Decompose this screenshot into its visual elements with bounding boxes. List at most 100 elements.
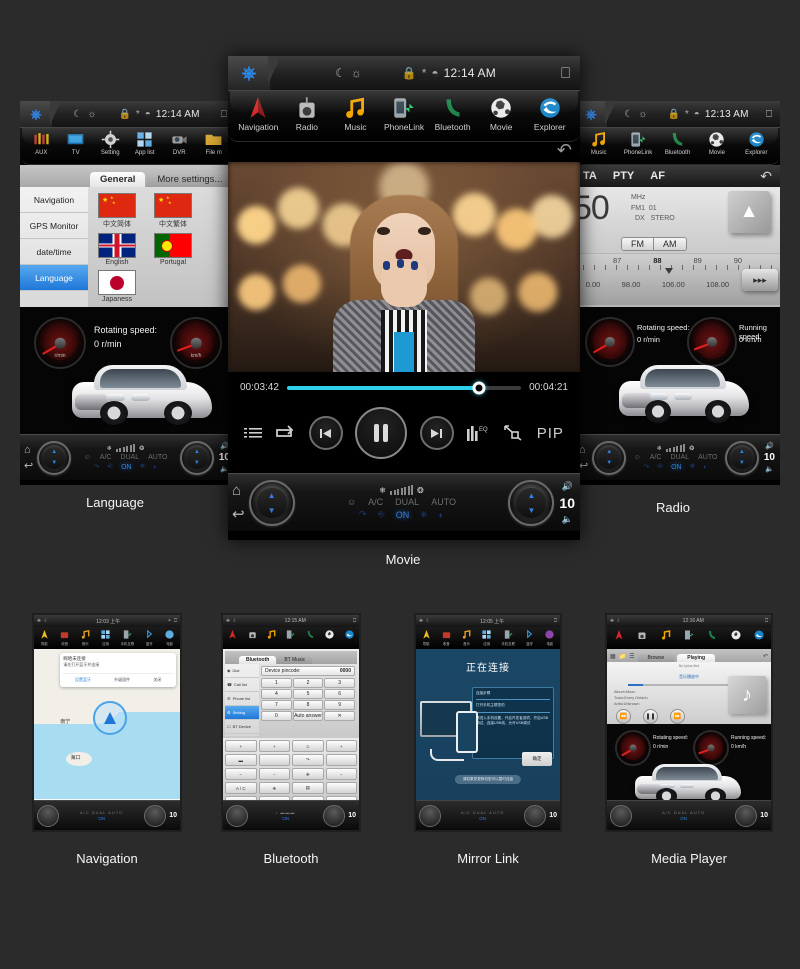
dock-item-movie[interactable]: Movie [697,130,736,156]
auto-button[interactable]: AUTO [431,497,456,507]
dock-item-music[interactable]: 音乐 [461,629,472,646]
dock-item-setting[interactable]: Setting [93,130,128,156]
dock-item-phonelink[interactable]: PhoneLink [618,130,657,156]
repeat-icon[interactable] [274,424,296,442]
temp-knob-right[interactable] [144,804,167,827]
dual-button[interactable]: DUAL [670,454,689,461]
tab-bluetooth[interactable]: Bluetooth [239,656,277,664]
recirculate-icon[interactable]: ⎈ [140,463,146,471]
dock-item-movie[interactable] [324,629,335,640]
tab-general[interactable]: General [90,172,146,187]
dock-item-phonelink[interactable]: PhoneLink [380,95,429,132]
dual-button[interactable]: DUAL [120,454,139,461]
dual-button[interactable]: DUAL [395,497,419,507]
dock-item-radio[interactable] [247,629,258,640]
dock-item-phonelink[interactable]: 手机互联 [501,629,515,646]
tab-more-settings[interactable]: More settings... [147,172,233,187]
seek-bar[interactable] [286,381,522,394]
ac-button[interactable]: A/C [368,497,383,507]
map-surface[interactable]: 南宁 海口 啊哈未连接 请先打开蓝牙并连接 设置蓝牙 升级固件 关闭 [34,649,180,799]
key-8[interactable]: 8 [292,700,324,710]
pip-button[interactable]: PIP [537,425,564,442]
minus-button-1[interactable]: − [225,768,257,780]
home-icon[interactable]: ⌂ [232,482,245,499]
band-toggle[interactable]: FM AM [621,237,687,251]
airflow-button[interactable]: ↷ [292,754,324,766]
language-option-portugal[interactable]: Portugal [148,233,198,266]
window-icon[interactable]: ⎕ [221,109,227,120]
dock-item-phonelink[interactable] [285,629,296,640]
power-on-button[interactable]: ON [479,816,486,821]
sidebar-item-date-time[interactable]: date/time [20,239,88,265]
power-on-button[interactable]: ON [671,464,682,471]
thumbnail-mirror-link[interactable]: ⎈ ☾ 12:05 上午 ⎕ 导航 收音 音乐 应用 手机互联 蓝牙 电影 正在… [414,613,562,832]
temp-knob-right[interactable] [735,804,758,827]
equalizer-icon[interactable]: ☰ [629,653,634,662]
sidebar-item-setting[interactable]: ⚙ Setting [225,706,259,720]
airflow-icon[interactable]: ↷ [359,509,367,520]
slider-control[interactable]: ▬ [225,754,257,766]
dock-item-app-list[interactable]: App list [128,130,163,156]
minus-button-3[interactable]: − [325,768,357,780]
dock-item-bluetooth[interactable]: Bluetooth [428,95,477,132]
af-button[interactable]: AF [650,170,665,182]
sidebar-item-call-list[interactable]: ☎ Call list [225,678,259,692]
thumbnail-navigation[interactable]: ⎈ ☾ 12:03 上午 ◓ ⎕ 导航 收音 音乐 应用 手机互联 蓝牙 电影 … [32,613,182,832]
brightness-icon[interactable]: ☼ [351,66,362,80]
ac-button[interactable]: A/C [650,454,662,461]
power-button[interactable]: ⎈ [20,101,60,127]
card-button-bt-setting[interactable]: 设置蓝牙 [75,677,91,683]
temp-knob-right[interactable] [524,804,547,827]
list-view-icon[interactable]: ▦ [610,653,616,662]
dock-item-navigation[interactable]: Navigation [234,95,283,132]
sidebar-item-phone-list[interactable]: ☰ Phone list [225,692,259,706]
temp-knob-left[interactable] [419,804,441,827]
temp-knob-right[interactable] [323,804,346,827]
pause-button[interactable]: ❚❚ [643,709,658,725]
minus-button-2[interactable]: − [258,768,290,780]
clear-key[interactable]: ✕ [324,711,355,721]
dock-item-navigation[interactable] [613,629,625,641]
language-option-english[interactable]: English [92,233,142,266]
language-option-zh-cn[interactable]: ★ ★ ★ 中文简体 [92,193,142,229]
preset-item[interactable]: 108.00 [706,280,729,289]
temp-knob-left[interactable]: ▲ ▼ [592,440,627,475]
dock-item-bluetooth[interactable]: Bluetooth [658,130,697,156]
rear-defrost-icon[interactable]: ☺ [84,454,91,461]
front-defrost-icon[interactable]: ◐ [703,464,707,471]
tab-playing[interactable]: Playing [677,654,716,662]
dock-item-music[interactable]: Music [579,130,618,156]
previous-button[interactable] [308,416,343,450]
key-4[interactable]: 4 [261,689,292,699]
dock-item-navigation[interactable]: 导航 [421,629,432,646]
thumbnail-bluetooth[interactable]: ⎈ ☾ 12:15 AM ⎕ Bluetooth BT Music ◉ Dial … [221,613,361,832]
key-3[interactable]: 3 [324,678,355,688]
home-icon[interactable]: ⌂ [24,444,33,456]
map-notification-card[interactable]: 啊哈未连接 请先打开蓝牙并连接 设置蓝牙 升级固件 关闭 [60,653,176,687]
key-9[interactable]: 9 [324,700,355,710]
back-arrow-icon[interactable]: ↩ [24,459,33,472]
confirm-button[interactable]: 确定 [522,752,552,766]
sidebar-item-bt-device[interactable]: ☐ BT Device [225,720,259,734]
power-on-button[interactable]: ON [680,816,687,821]
dock-item-music[interactable]: 音乐 [80,629,91,646]
recirculate-icon[interactable]: ⎈ [690,463,696,471]
ac-button[interactable]: A/C [100,454,112,461]
dock-item-movie[interactable]: Movie [477,95,526,132]
folder-icon[interactable]: 📁 [619,653,626,662]
card-button-close[interactable]: 关闭 [153,677,161,683]
plus-button-3[interactable]: + [325,740,357,752]
volume-down-icon[interactable]: 🔈 [562,514,573,525]
language-option-zh-tw[interactable]: ★ ★ ★ 中文繁体 [148,193,198,229]
back-arrow-icon[interactable]: ↶ [557,140,572,161]
power-button[interactable]: ⎈ [292,768,324,780]
window-icon[interactable]: ⎕ [766,109,772,120]
volume-down-icon[interactable]: 🔈 [765,465,774,473]
next-button[interactable] [419,416,454,450]
dock-item-music[interactable] [660,629,672,641]
preset-item[interactable]: 106.00 [662,280,685,289]
dock-item-aux[interactable]: AUX [24,130,59,156]
band-fm[interactable]: FM [622,238,653,250]
plus-button-2[interactable]: + [258,740,290,752]
dock-item-bluetooth[interactable]: 蓝牙 [524,629,535,646]
